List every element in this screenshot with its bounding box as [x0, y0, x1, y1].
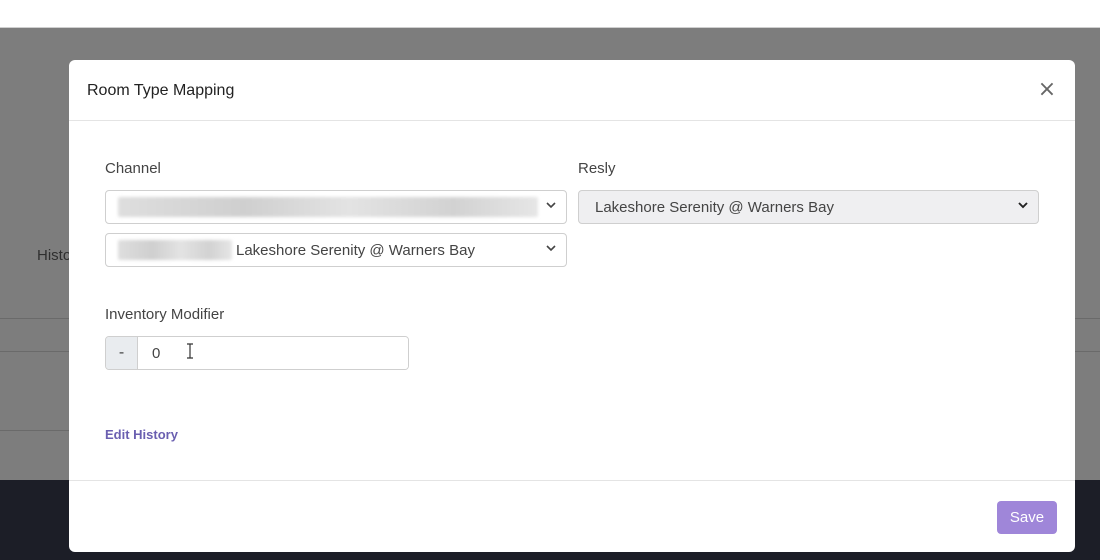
channel-select-secondary-value: Lakeshore Serenity @ Warners Bay: [236, 241, 475, 259]
background-divider: [1075, 351, 1100, 352]
background-history-text: Histo: [37, 247, 72, 264]
redacted-text: [118, 197, 538, 217]
decrement-button[interactable]: -: [106, 337, 138, 369]
save-button[interactable]: Save: [997, 501, 1057, 534]
channel-label: Channel: [105, 160, 161, 177]
background-divider: [1075, 318, 1100, 319]
close-icon[interactable]: ×: [1037, 79, 1057, 101]
room-type-mapping-modal: Room Type Mapping × Channel Resly Lakesh…: [69, 60, 1075, 552]
inventory-modifier-stepper: -: [105, 336, 409, 370]
resly-label: Resly: [578, 160, 616, 177]
modal-footer: Save: [69, 480, 1075, 552]
modal-title: Room Type Mapping: [87, 82, 235, 99]
chevron-down-icon: [546, 245, 556, 252]
edit-history-link[interactable]: Edit History: [105, 427, 178, 442]
modal-header: Room Type Mapping ×: [69, 60, 1075, 121]
redacted-text: [118, 240, 232, 260]
background-divider: [0, 430, 70, 431]
background-top-bar: [0, 0, 1100, 28]
chevron-down-icon: [1018, 202, 1028, 209]
resly-select[interactable]: Lakeshore Serenity @ Warners Bay: [578, 190, 1039, 224]
inventory-modifier-input[interactable]: [138, 337, 408, 369]
chevron-down-icon: [546, 202, 556, 209]
inventory-modifier-label: Inventory Modifier: [105, 306, 225, 323]
resly-select-value: Lakeshore Serenity @ Warners Bay: [595, 198, 834, 216]
channel-select-secondary[interactable]: Lakeshore Serenity @ Warners Bay: [105, 233, 567, 267]
channel-select-primary[interactable]: [105, 190, 567, 224]
background-divider: [0, 318, 70, 319]
text-cursor-icon: [187, 343, 193, 359]
background-divider: [0, 351, 70, 352]
